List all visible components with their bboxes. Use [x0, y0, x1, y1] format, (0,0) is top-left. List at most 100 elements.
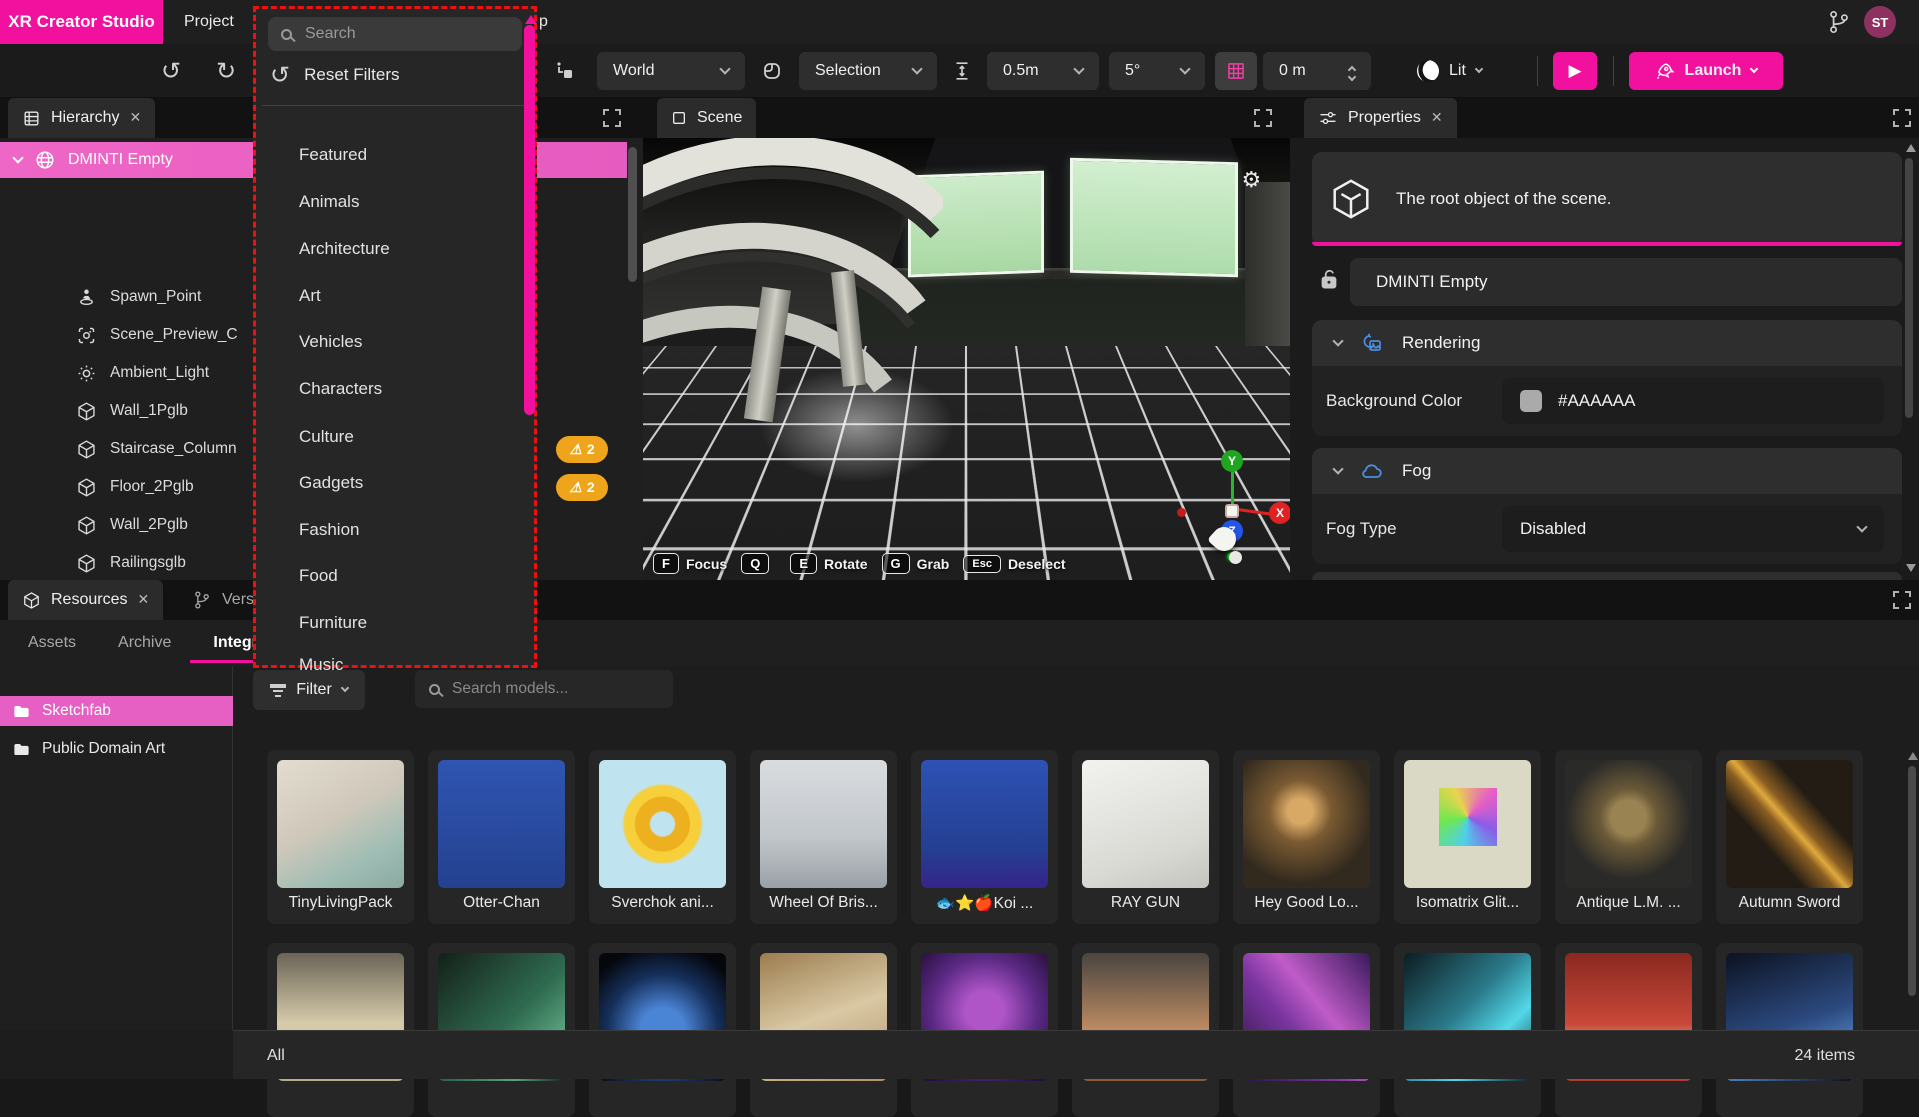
color-swatch[interactable] — [1520, 390, 1542, 412]
model-card[interactable]: Autumn Sword — [1716, 750, 1863, 924]
shortcut-label: Grab — [917, 556, 950, 572]
model-card[interactable]: 🐟⭐🍎Koi ... — [911, 750, 1058, 924]
scroll-up-arrow[interactable] — [1908, 752, 1918, 760]
gizmo-center-handle[interactable] — [1225, 504, 1239, 518]
model-card[interactable]: TinyLivingPack — [267, 750, 414, 924]
scene-green-screen-right — [1070, 158, 1238, 277]
warning-icon — [569, 441, 582, 458]
tab-resources[interactable]: Resources — [8, 580, 163, 620]
coordinate-space-select[interactable]: World — [597, 52, 745, 90]
model-card[interactable]: Antique L.M. ... — [1555, 750, 1702, 924]
category-gadgets[interactable]: Gadgets — [299, 471, 363, 495]
tab-properties[interactable]: Properties — [1304, 98, 1457, 138]
category-art[interactable]: Art — [299, 284, 321, 308]
category-animals[interactable]: Animals — [299, 190, 359, 214]
category-featured[interactable]: Featured — [299, 143, 367, 167]
object-name-input[interactable]: DMINTI Empty — [1350, 258, 1902, 306]
category-culture[interactable]: Culture — [299, 425, 354, 449]
subtab-assets[interactable]: Assets — [28, 634, 76, 652]
scene-3d-render[interactable]: Y X Z FFocus Q ERotate GGrab EscDeselect — [643, 138, 1290, 580]
menu-item-partial[interactable]: p — [539, 0, 548, 44]
version-branch-icon[interactable] — [1826, 9, 1852, 35]
grid-height-stepper[interactable]: 0 m — [1263, 52, 1371, 90]
hierarchy-scrollbar[interactable] — [628, 147, 637, 282]
fit-height-icon[interactable] — [947, 52, 977, 90]
model-title: Autumn Sword — [1720, 894, 1859, 912]
launch-button[interactable]: Launch — [1629, 52, 1783, 90]
shortcut-rotate: ERotate — [790, 553, 867, 574]
gizmo-x-handle[interactable]: X — [1269, 502, 1290, 524]
warning-badge[interactable]: 2 — [556, 436, 608, 463]
close-icon[interactable] — [1431, 109, 1443, 127]
warning-badge[interactable]: 2 — [556, 474, 608, 501]
expand-panel-icon[interactable] — [1893, 591, 1911, 609]
folder-item-public-domain-art[interactable]: Public Domain Art — [0, 734, 233, 764]
footer-scope-label[interactable]: All — [267, 1031, 285, 1080]
gear-icon — [1241, 174, 1261, 191]
scroll-down-arrow[interactable] — [1906, 564, 1916, 572]
expand-panel-icon[interactable] — [1893, 109, 1911, 127]
models-scrollbar[interactable] — [1908, 766, 1916, 996]
scrollbar-up-arrow[interactable] — [525, 15, 537, 24]
model-card[interactable]: RAY GUN — [1072, 750, 1219, 924]
key-g: G — [882, 553, 910, 574]
section-rendering-header[interactable]: Rendering — [1312, 320, 1902, 366]
scroll-up-arrow[interactable] — [1906, 144, 1916, 152]
category-architecture[interactable]: Architecture — [299, 237, 390, 261]
folder-label: Public Domain Art — [42, 740, 165, 758]
selection-mode-select[interactable]: Selection — [799, 52, 937, 90]
move-snap-value: 0.5m — [1003, 62, 1039, 80]
expand-panel-icon[interactable] — [603, 109, 621, 127]
category-fashion[interactable]: Fashion — [299, 518, 359, 542]
divider — [262, 105, 528, 106]
redo-button[interactable] — [207, 52, 245, 90]
undo-button[interactable] — [152, 52, 190, 90]
unlock-icon[interactable] — [1316, 266, 1342, 292]
section-fog-header[interactable]: Fog — [1312, 448, 1902, 494]
grid-icon — [1226, 61, 1246, 81]
category-food[interactable]: Food — [299, 564, 338, 588]
model-card[interactable]: Wheel Of Bris... — [750, 750, 897, 924]
background-color-input[interactable]: #AAAAAA — [1502, 378, 1884, 424]
subtab-archive[interactable]: Archive — [118, 634, 171, 652]
filter-search-input[interactable] — [305, 25, 495, 43]
viewport-settings-gear-icon[interactable] — [1241, 167, 1261, 193]
models-search-box[interactable] — [415, 670, 673, 708]
instance-mode-icon[interactable] — [755, 52, 789, 90]
filter-search-box[interactable] — [268, 17, 522, 51]
folder-item-sketchfab[interactable]: Sketchfab — [0, 696, 233, 726]
grid-toggle-button[interactable] — [1215, 52, 1257, 90]
tab-hierarchy[interactable]: Hierarchy — [8, 98, 155, 138]
models-search-input[interactable] — [452, 680, 652, 698]
shading-mode-select[interactable]: Lit — [1401, 52, 1521, 90]
scene-panel: Scene Y X Z — [643, 98, 1290, 580]
model-card[interactable]: Otter-Chan — [428, 750, 575, 924]
coordinate-space-value: World — [613, 62, 655, 80]
dropdown-scrollbar[interactable] — [524, 25, 535, 415]
shortcut-label: Rotate — [824, 556, 868, 572]
rendering-icon — [1360, 331, 1384, 355]
background-color-row: Background Color #AAAAAA — [1312, 366, 1902, 436]
reset-filters-button[interactable]: Reset Filters — [270, 57, 400, 93]
category-furniture[interactable]: Furniture — [299, 611, 367, 635]
gizmo-y-handle[interactable]: Y — [1221, 450, 1243, 472]
model-card[interactable]: Sverchok ani... — [589, 750, 736, 924]
close-icon[interactable] — [137, 591, 149, 609]
play-button[interactable] — [1553, 52, 1597, 90]
model-card[interactable]: Hey Good Lo... — [1233, 750, 1380, 924]
close-icon[interactable] — [129, 109, 141, 127]
category-music[interactable]: Music — [299, 653, 343, 677]
move-snap-select[interactable]: 0.5m — [987, 52, 1099, 90]
user-avatar[interactable]: ST — [1864, 6, 1896, 38]
stepper-arrows[interactable] — [1349, 63, 1355, 80]
tab-scene[interactable]: Scene — [657, 98, 756, 138]
model-card[interactable]: Isomatrix Glit... — [1394, 750, 1541, 924]
menu-project[interactable]: Project — [184, 0, 234, 44]
expand-panel-icon[interactable] — [1254, 109, 1272, 127]
category-vehicles[interactable]: Vehicles — [299, 330, 362, 354]
fog-type-select[interactable]: Disabled — [1502, 506, 1884, 552]
rotate-snap-select[interactable]: 5° — [1109, 52, 1205, 90]
folder-icon — [12, 702, 31, 721]
properties-scrollbar[interactable] — [1905, 158, 1913, 418]
category-characters[interactable]: Characters — [299, 377, 382, 401]
